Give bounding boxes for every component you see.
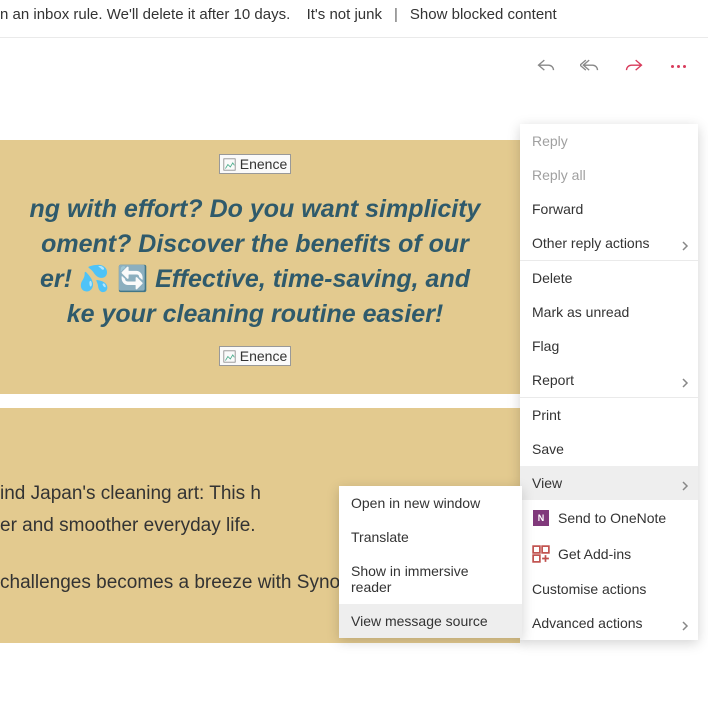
submenu-open-new-window[interactable]: Open in new window: [339, 486, 522, 520]
menu-advanced-actions[interactable]: Advanced actions: [520, 606, 698, 640]
blocked-image-placeholder[interactable]: Enence: [219, 154, 291, 174]
menu-get-addins[interactable]: Get Add-ins: [520, 536, 698, 572]
submenu-translate[interactable]: Translate: [339, 520, 522, 554]
menu-forward-label: Forward: [532, 201, 583, 217]
onenote-icon: N: [532, 509, 550, 527]
promo-block: Enence ng with effort? Do you want simpl…: [0, 140, 520, 394]
menu-delete-label: Delete: [532, 270, 572, 286]
promo-line-3a: er!: [40, 265, 79, 293]
menu-print-label: Print: [532, 407, 561, 423]
article-line-3: challenges becomes a breeze with Synoshi…: [0, 572, 375, 593]
chevron-right-icon: [680, 375, 690, 385]
submenu-immersive-reader[interactable]: Show in immersive reader: [339, 554, 522, 604]
submenu-open-new-window-label: Open in new window: [351, 495, 480, 511]
menu-flag[interactable]: Flag: [520, 329, 698, 363]
article-line-2: er and smoother everyday life.: [0, 515, 256, 536]
menu-customise-actions[interactable]: Customise actions: [520, 572, 698, 606]
submenu-immersive-label: Show in immersive reader: [351, 563, 510, 595]
separator: |: [394, 6, 398, 23]
addins-icon: [532, 545, 550, 563]
menu-get-addins-label: Get Add-ins: [558, 546, 631, 562]
menu-send-to-onenote[interactable]: N Send to OneNote: [520, 500, 698, 536]
promo-line-3b: Effective, time-saving, and: [155, 265, 470, 293]
menu-send-onenote-label: Send to OneNote: [558, 510, 666, 526]
menu-mark-unread-label: Mark as unread: [532, 304, 629, 320]
chevron-right-icon: [680, 478, 690, 488]
menu-customise-label: Customise actions: [532, 581, 646, 597]
reply-icon[interactable]: [536, 56, 556, 76]
blocked-image-alt-2: Enence: [240, 348, 287, 364]
menu-reply-all-label: Reply all: [532, 167, 586, 183]
view-submenu: Open in new window Translate Show in imm…: [339, 486, 522, 638]
menu-advanced-label: Advanced actions: [532, 615, 643, 631]
blocked-image-alt: Enence: [240, 156, 287, 172]
submenu-translate-label: Translate: [351, 529, 409, 545]
reply-all-icon[interactable]: [580, 56, 600, 76]
menu-report[interactable]: Report: [520, 363, 698, 397]
promo-line-1: ng with effort? Do you want simplicity: [30, 195, 481, 223]
menu-reply-all: Reply all: [520, 158, 698, 192]
menu-flag-label: Flag: [532, 338, 559, 354]
menu-other-reply-actions[interactable]: Other reply actions: [520, 226, 698, 260]
gap-strip: [0, 394, 520, 408]
menu-reply-label: Reply: [532, 133, 568, 149]
more-actions-icon[interactable]: [668, 56, 688, 76]
chevron-right-icon: [680, 238, 690, 248]
menu-view-label: View: [532, 475, 562, 491]
message-context-menu: Reply Reply all Forward Other reply acti…: [520, 124, 698, 640]
menu-forward[interactable]: Forward: [520, 192, 698, 226]
water-drops-emoji: 💦: [79, 265, 110, 293]
menu-save[interactable]: Save: [520, 432, 698, 466]
refresh-emoji: 🔄: [117, 265, 148, 293]
inbox-rule-text: n an inbox rule. We'll delete it after 1…: [0, 6, 299, 23]
menu-save-label: Save: [532, 441, 564, 457]
article-line-1: ind Japan's cleaning art: This h: [0, 483, 261, 504]
promo-line-2: oment? Discover the benefits of our: [41, 230, 469, 258]
menu-print[interactable]: Print: [520, 398, 698, 432]
blocked-image-placeholder-2[interactable]: Enence: [219, 346, 291, 366]
menu-other-reply-label: Other reply actions: [532, 235, 650, 251]
promo-text: ng with effort? Do you want simplicity o…: [0, 192, 510, 332]
submenu-view-source-label: View message source: [351, 613, 488, 629]
show-blocked-content-link[interactable]: Show blocked content: [410, 6, 557, 23]
menu-mark-unread[interactable]: Mark as unread: [520, 295, 698, 329]
submenu-view-message-source[interactable]: View message source: [339, 604, 522, 638]
menu-report-label: Report: [532, 372, 574, 388]
menu-reply: Reply: [520, 124, 698, 158]
menu-view[interactable]: View: [520, 466, 698, 500]
promo-line-4: ke your cleaning routine easier!: [67, 300, 444, 328]
message-toolbar: [0, 38, 708, 86]
not-junk-link[interactable]: It's not junk: [307, 6, 382, 23]
junk-info-bar: n an inbox rule. We'll delete it after 1…: [0, 0, 708, 38]
menu-delete[interactable]: Delete: [520, 261, 698, 295]
chevron-right-icon: [680, 618, 690, 628]
forward-icon[interactable]: [624, 56, 644, 76]
